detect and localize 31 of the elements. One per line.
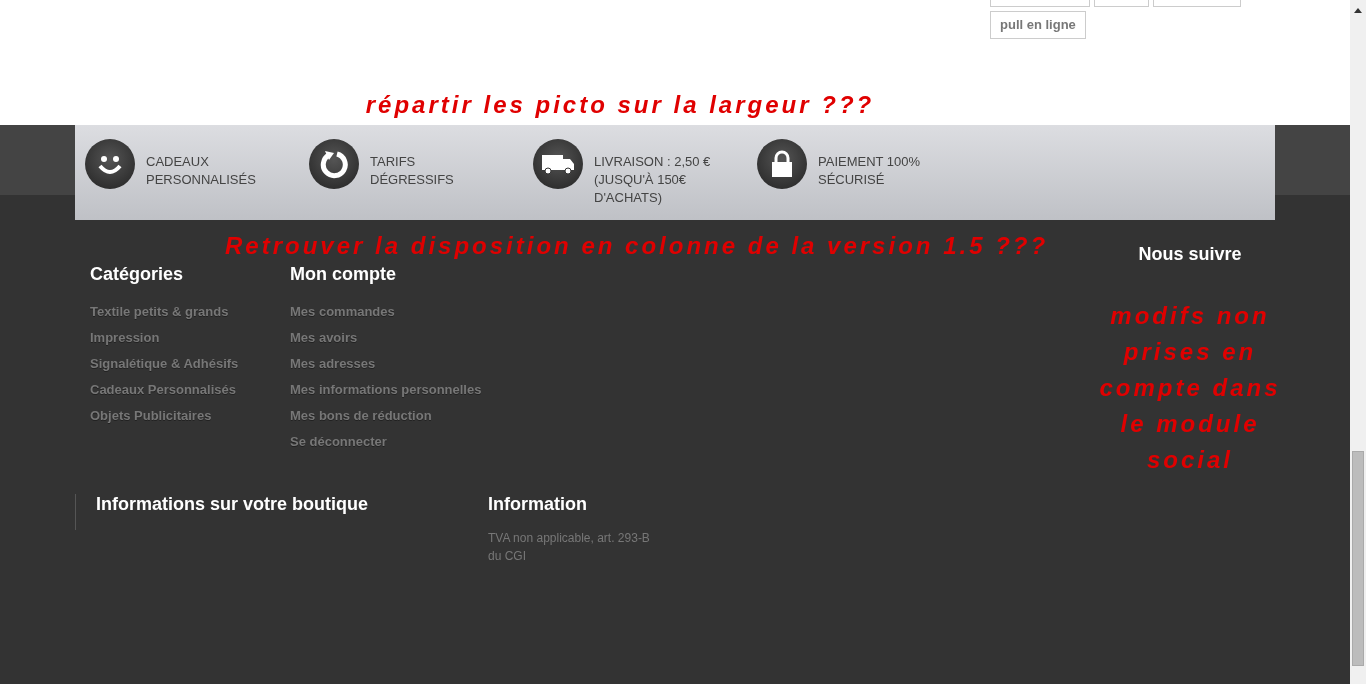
footer-link[interactable]: Cadeaux Personnalisés bbox=[90, 377, 290, 403]
footer-link[interactable]: Mes bons de réduction bbox=[290, 403, 490, 429]
tag-link[interactable]: pull en ligne bbox=[990, 11, 1086, 39]
column-heading: Mon compte bbox=[290, 264, 397, 285]
reassurance-text: CADEAUX PERSONNALISÉS bbox=[146, 153, 256, 189]
reassurance-text: PAIEMENT 100% SÉCURISÉ bbox=[818, 153, 921, 189]
padlock-icon bbox=[770, 150, 794, 178]
footer-link[interactable]: Mes avoirs bbox=[290, 325, 490, 351]
footer-link[interactable]: Objets Publicitaires bbox=[90, 403, 290, 429]
annotation-text: répartir les picto sur la largeur ??? bbox=[364, 91, 876, 119]
column-heading: Information bbox=[488, 494, 588, 515]
footer-link[interactable]: Mes informations personnelles bbox=[290, 377, 490, 403]
circular-arrow-icon bbox=[319, 149, 349, 179]
reassurance-text: LIVRAISON : 2,50 € (JUSQU'À 150€ D'ACHATS) bbox=[594, 153, 711, 207]
footer-link[interactable]: Impression bbox=[90, 325, 290, 351]
footer-link[interactable]: Mes commandes bbox=[290, 299, 490, 325]
footer-link[interactable]: Textile petits & grands bbox=[90, 299, 290, 325]
footer-link[interactable]: Signalétique & Adhésifs bbox=[90, 351, 290, 377]
annotation-text: modifs non prises en compte dans le module social bbox=[1098, 301, 1282, 475]
scrollbar[interactable] bbox=[1350, 0, 1366, 684]
column-heading: Catégories bbox=[90, 264, 185, 285]
scroll-thumb[interactable] bbox=[1352, 451, 1364, 666]
column-heading: Nous suivre bbox=[1138, 244, 1242, 265]
footer-link[interactable]: Mes adresses bbox=[290, 351, 490, 377]
scroll-up-icon[interactable] bbox=[1354, 8, 1362, 13]
reassurance-text: TARIFS DÉGRESSIFS bbox=[370, 153, 454, 189]
column-heading: Informations sur votre boutique bbox=[96, 494, 369, 515]
truck-icon bbox=[541, 152, 575, 176]
info-text: TVA non applicable, art. 293-B du CGI bbox=[488, 530, 651, 565]
footer-link[interactable]: Se déconnecter bbox=[290, 429, 490, 455]
annotation-text: Retrouver la disposition en colonne de la version 1.5 ??? bbox=[225, 232, 1050, 260]
